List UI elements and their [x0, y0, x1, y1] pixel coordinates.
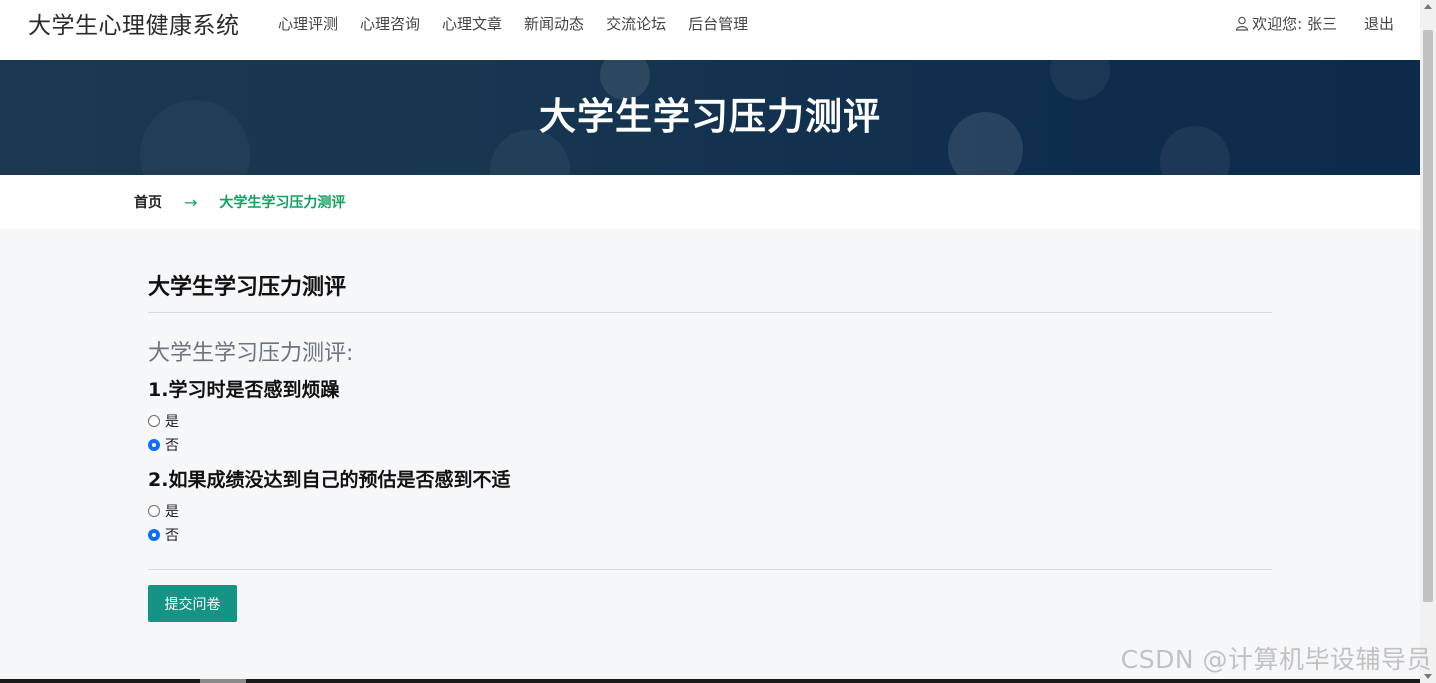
q1-option-yes[interactable]: 是 [148, 411, 179, 431]
site-brand[interactable]: 大学生心理健康系统 [28, 6, 240, 40]
divider [148, 312, 1272, 313]
q2-option-no[interactable]: 否 [148, 525, 179, 545]
scroll-up-arrow-icon[interactable] [1424, 4, 1432, 9]
user-area: 欢迎您: 张三 退出 [1235, 13, 1394, 34]
q1-option-no[interactable]: 否 [148, 435, 179, 455]
divider [148, 569, 1272, 570]
vertical-scrollbar[interactable] [1420, 0, 1436, 683]
radio-button-checked[interactable] [148, 439, 160, 451]
option-label: 否 [165, 438, 179, 454]
submit-survey-button[interactable]: 提交问卷 [148, 585, 237, 622]
nav-link-articles[interactable]: 心理文章 [442, 13, 502, 34]
breadcrumb: 首页 → 大学生学习压力测评 [0, 175, 1420, 229]
nav-link-consultation[interactable]: 心理咨询 [360, 13, 420, 34]
arrow-right-icon: → [184, 192, 198, 212]
breadcrumb-current: 大学生学习压力测评 [219, 195, 346, 211]
q2-option-yes[interactable]: 是 [148, 501, 179, 521]
main-content: 大学生学习压力测评 大学生学习压力测评: 1.学习时是否感到烦躁 是 否 2.如… [0, 229, 1420, 679]
survey-name: 大学生学习压力测评: [148, 341, 354, 366]
nav-link-news[interactable]: 新闻动态 [524, 13, 584, 34]
nav-link-forum[interactable]: 交流论坛 [606, 13, 666, 34]
logout-link[interactable]: 退出 [1364, 13, 1394, 34]
scroll-thumb[interactable] [1423, 30, 1433, 602]
welcome-text: 欢迎您: 张三 [1252, 15, 1337, 33]
banner-title: 大学生学习压力测评 [539, 95, 881, 138]
radio-button[interactable] [148, 415, 160, 427]
question-2-text: 2.如果成绩没达到自己的预估是否感到不适 [148, 469, 511, 491]
option-label: 是 [165, 414, 179, 430]
page-banner: 大学生学习压力测评 [0, 60, 1420, 175]
breadcrumb-home[interactable]: 首页 [134, 192, 162, 212]
option-label: 否 [165, 528, 179, 544]
user-icon [1236, 16, 1249, 31]
horizontal-scroll-thumb[interactable] [200, 679, 246, 683]
nav-link-assessment[interactable]: 心理评测 [278, 13, 338, 34]
option-label: 是 [165, 504, 179, 520]
radio-button[interactable] [148, 505, 160, 517]
main-nav: 心理评测 心理咨询 心理文章 新闻动态 交流论坛 后台管理 [278, 13, 770, 34]
top-navbar: 大学生心理健康系统 心理评测 心理咨询 心理文章 新闻动态 交流论坛 后台管理 … [0, 0, 1420, 60]
nav-link-admin[interactable]: 后台管理 [688, 13, 748, 34]
radio-button-checked[interactable] [148, 529, 160, 541]
question-1-text: 1.学习时是否感到烦躁 [148, 379, 340, 401]
watermark: CSDN @计算机毕设辅导员 [1120, 645, 1432, 674]
survey-title: 大学生学习压力测评 [148, 275, 347, 300]
